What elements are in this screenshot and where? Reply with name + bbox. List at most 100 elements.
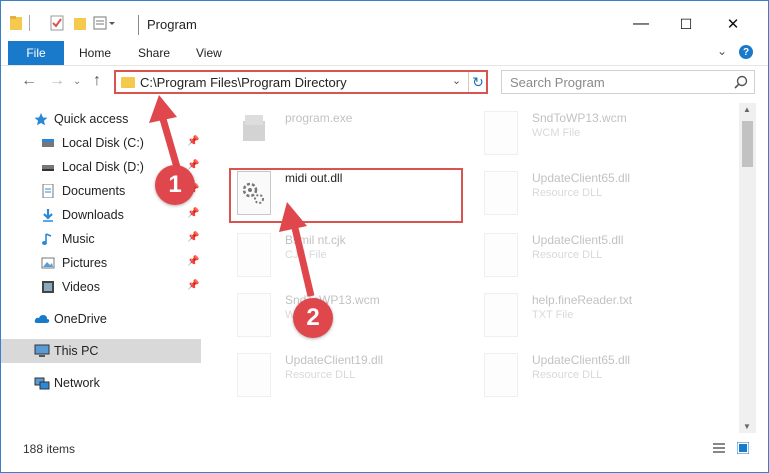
sidebar-item-label: Network bbox=[54, 376, 100, 390]
separator bbox=[29, 15, 30, 31]
file-name: UpdateClient5.dll bbox=[532, 233, 624, 247]
address-path[interactable]: C:\Program Files\Program Directory bbox=[140, 75, 347, 90]
file-type: TXT File bbox=[532, 309, 574, 321]
forward-arrow-icon[interactable]: → bbox=[49, 72, 65, 90]
help-button[interactable]: ? bbox=[739, 45, 753, 59]
computer-icon bbox=[34, 344, 50, 358]
folder-icon bbox=[9, 15, 23, 31]
sidebar-item-videos[interactable]: Videos 📌 bbox=[1, 275, 201, 299]
sidebar-item-label: Downloads bbox=[62, 208, 124, 222]
large-icons-view-icon[interactable] bbox=[736, 441, 750, 455]
new-folder-icon[interactable] bbox=[73, 15, 87, 31]
drive-icon bbox=[41, 160, 55, 174]
file-type: Resource DLL bbox=[532, 369, 603, 381]
refresh-icon[interactable]: ↻ bbox=[468, 72, 487, 92]
sidebar-item-label: OneDrive bbox=[54, 312, 107, 326]
music-icon bbox=[41, 232, 55, 246]
sidebar-item-music[interactable]: Music 📌 bbox=[1, 227, 201, 251]
application-icon bbox=[237, 111, 271, 155]
sidebar-item-label: Local Disk (D:) bbox=[62, 160, 144, 174]
sidebar-item-label: Quick access bbox=[54, 112, 129, 126]
scrollbar-thumb[interactable] bbox=[742, 121, 753, 167]
dll-gear-icon bbox=[484, 353, 518, 397]
sidebar-item-label: Music bbox=[62, 232, 95, 246]
downloads-icon bbox=[41, 208, 55, 222]
folder-icon bbox=[121, 77, 135, 88]
tab-home[interactable]: Home bbox=[79, 46, 111, 60]
file-item-updateclient65-dll-2[interactable]: UpdateClient65.dll Resource DLL bbox=[478, 349, 718, 399]
file-name: UpdateClient65.dll bbox=[532, 353, 631, 367]
scroll-down-icon[interactable]: ▼ bbox=[743, 422, 751, 431]
file-item-updateclient5-dll[interactable]: UpdateClient5.dll Resource DLL bbox=[478, 229, 718, 279]
sidebar-item-onedrive[interactable]: OneDrive bbox=[1, 307, 201, 331]
address-dropdown-icon[interactable]: ⌄ bbox=[452, 74, 461, 87]
sidebar-item-this-pc[interactable]: This PC bbox=[1, 339, 201, 363]
expand-ribbon-icon[interactable]: ⌄ bbox=[717, 44, 727, 58]
customize-toolbar-icon[interactable] bbox=[93, 15, 117, 31]
dll-gear-icon bbox=[484, 171, 518, 215]
file-name: program.exe bbox=[285, 111, 353, 125]
search-input[interactable]: Search Program bbox=[501, 70, 755, 94]
file-icon bbox=[484, 111, 518, 155]
maximize-button[interactable]: ☐ bbox=[666, 9, 706, 39]
file-name: help.fineReader.txt bbox=[532, 293, 633, 307]
sidebar-item-label: Pictures bbox=[62, 256, 108, 270]
file-icon bbox=[237, 293, 271, 337]
videos-icon bbox=[41, 280, 55, 294]
file-name: SndToWP13.wcm bbox=[532, 111, 627, 125]
pin-icon[interactable]: 📌 bbox=[187, 232, 199, 243]
back-arrow-icon[interactable]: ← bbox=[21, 72, 37, 90]
tab-view[interactable]: View bbox=[196, 46, 222, 60]
pin-icon[interactable]: 📌 bbox=[187, 208, 199, 219]
ribbon-tabs: File Home Share View ⌄ ? bbox=[1, 41, 768, 66]
drive-icon bbox=[41, 136, 55, 150]
highlight-box-midi-out-dll bbox=[229, 168, 463, 223]
file-name: UpdateClient19.dll bbox=[285, 353, 384, 367]
title-bar: Program — ☐ ✕ bbox=[1, 1, 768, 41]
tab-file[interactable]: File bbox=[8, 41, 64, 65]
explorer-window: Program — ☐ ✕ File Home Share View ⌄ ? ←… bbox=[0, 0, 769, 473]
file-item-cjk[interactable]: Bsmil nt.cjk CJK File bbox=[231, 229, 471, 279]
search-icon[interactable] bbox=[734, 75, 748, 92]
sidebar-item-label: Videos bbox=[62, 280, 100, 294]
file-type: Resource DLL bbox=[285, 369, 356, 381]
tab-share[interactable]: Share bbox=[138, 46, 170, 60]
arrow-to-dll-file bbox=[279, 202, 315, 297]
minimize-button[interactable]: — bbox=[621, 9, 661, 39]
file-item-program-exe[interactable]: program.exe bbox=[231, 107, 471, 157]
close-button[interactable]: ✕ bbox=[713, 9, 753, 39]
step-1-badge: 1 bbox=[155, 165, 195, 205]
file-item-sndtowp13-wcm-2[interactable]: SndToWP13.wcm WCM File bbox=[478, 107, 718, 157]
pictures-icon bbox=[41, 256, 55, 270]
file-item-updateclient19-dll[interactable]: UpdateClient19.dll Resource DLL bbox=[231, 349, 471, 399]
sidebar-item-network[interactable]: Network bbox=[1, 371, 201, 395]
sidebar-item-label: Local Disk (C:) bbox=[62, 136, 144, 150]
navigation-bar: ← → ⌄ ↑ C:\Program Files\Program Directo… bbox=[1, 66, 768, 102]
network-icon bbox=[34, 376, 50, 390]
up-arrow-icon[interactable]: ↑ bbox=[93, 72, 101, 90]
details-view-icon[interactable] bbox=[713, 442, 725, 454]
properties-icon[interactable] bbox=[49, 15, 65, 31]
window-title: Program bbox=[147, 17, 197, 32]
search-placeholder: Search Program bbox=[510, 75, 605, 90]
recent-locations-icon[interactable]: ⌄ bbox=[73, 76, 81, 87]
scroll-up-icon[interactable]: ▲ bbox=[743, 105, 751, 114]
file-item-updateclient65-dll[interactable]: UpdateClient65.dll Resource DLL bbox=[478, 167, 718, 217]
sidebar-item-pictures[interactable]: Pictures 📌 bbox=[1, 251, 201, 275]
sidebar-item-label: Documents bbox=[62, 184, 126, 198]
dll-gear-icon bbox=[484, 233, 518, 277]
file-item-help-finereader-txt[interactable]: help.fineReader.txt TXT File bbox=[478, 289, 718, 339]
file-item-sndtowp13-wcm[interactable]: SndToWP13.wcm WCM File bbox=[231, 289, 471, 339]
documents-icon bbox=[41, 183, 55, 199]
dll-gear-icon bbox=[237, 353, 271, 397]
title-separator bbox=[138, 15, 139, 35]
vertical-scrollbar[interactable]: ▲ ▼ bbox=[739, 103, 756, 433]
file-type: WCM File bbox=[532, 127, 581, 139]
file-type: Resource DLL bbox=[532, 249, 603, 261]
file-icon bbox=[237, 233, 271, 277]
sidebar-item-downloads[interactable]: Downloads 📌 bbox=[1, 203, 201, 227]
file-name: UpdateClient65.dll bbox=[532, 171, 631, 185]
file-type: Resource DLL bbox=[532, 187, 603, 199]
pin-icon[interactable]: 📌 bbox=[187, 280, 199, 291]
pin-icon[interactable]: 📌 bbox=[187, 256, 199, 267]
